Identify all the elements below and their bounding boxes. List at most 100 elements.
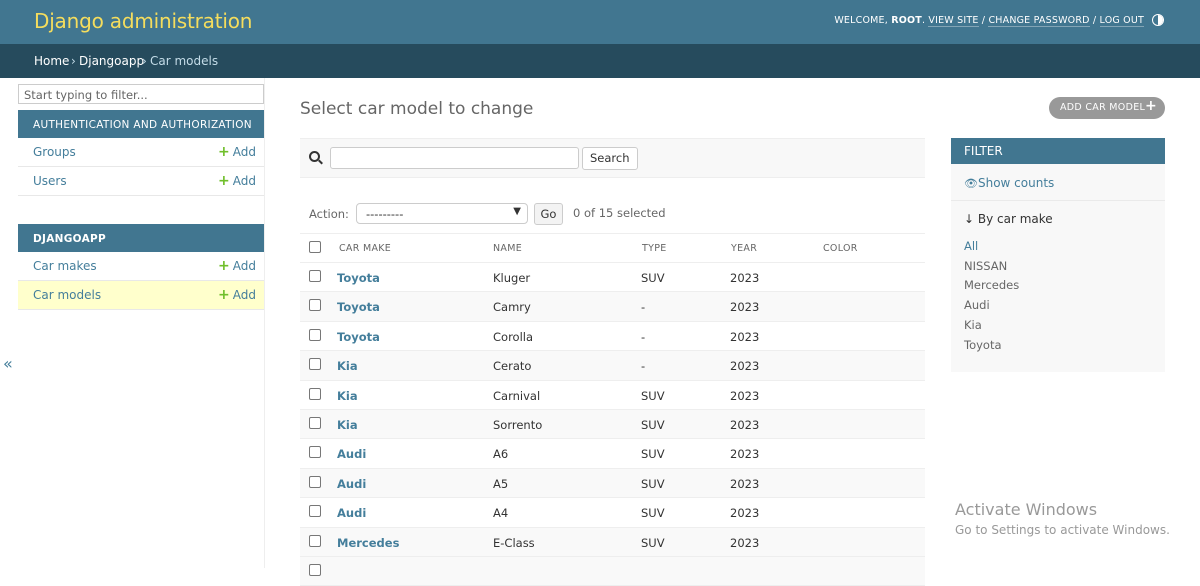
table-row: Toyota Camry - 2023 [300,292,925,322]
filter-option[interactable]: Audi [964,298,990,312]
cell-year: 2023 [730,359,760,374]
row-checkbox[interactable] [309,299,321,312]
sidebar-item-label[interactable]: Users [33,174,67,188]
site-title[interactable]: Django administration [34,9,252,33]
breadcrumb-app[interactable]: Djangoapp [79,54,144,68]
cell-year: 2023 [730,388,760,403]
filter-by-car-make[interactable]: ↓ By car make [964,212,1053,226]
table-row: Toyota Corolla - 2023 [300,322,925,352]
plus-icon: + [218,173,230,189]
row-checkbox[interactable] [309,534,321,547]
cell-name: A6 [493,447,509,462]
action-select[interactable]: --------- ▼ [356,203,528,224]
row-checkbox[interactable] [309,358,321,371]
row-checkbox[interactable] [309,505,321,518]
cell-name: Cerato [493,359,532,374]
sidebar-item-car-models[interactable]: Car models + Add [18,281,264,310]
add-car-models-link[interactable]: + Add [218,287,256,303]
select-all-checkbox[interactable] [309,241,321,253]
selected-count: 0 of 15 selected [573,206,666,220]
filter-option[interactable]: All [964,239,978,253]
cell-name: Kluger [493,271,531,285]
search-input[interactable] [330,147,579,169]
show-counts-label: Show counts [977,176,1055,190]
add-label: Add [232,174,256,188]
add-label: Add [232,259,256,273]
module-caption-djangoapp[interactable]: DJANGOAPP [18,224,264,252]
header: Django administration WELCOME, ROOT. VIE… [0,0,1200,44]
row-checkbox[interactable] [309,328,321,341]
table-row: Toyota Kluger SUV 2023 [300,263,925,293]
sidebar-item-groups[interactable]: Groups + Add [18,138,264,167]
cell-type: SUV [641,476,665,491]
column-header-color[interactable]: COLOR [823,243,858,254]
add-label: Add [232,145,256,159]
row-checkbox[interactable] [309,387,321,400]
cell-make[interactable]: Audi [337,506,366,520]
separator: / [1092,15,1097,26]
sidebar-item-label[interactable]: Car makes [33,259,97,273]
change-password-link[interactable]: CHANGE PASSWORD [988,15,1090,27]
go-button[interactable]: Go [534,203,563,225]
column-header-year[interactable]: YEAR [731,243,757,254]
action-label: Action: [309,207,349,221]
theme-toggle-icon[interactable] [1152,14,1164,26]
filter-option[interactable]: Mercedes [964,278,1019,292]
add-car-model-button[interactable]: ADD CAR MODEL + [1049,97,1165,119]
cell-type: SUV [641,418,665,432]
username: ROOT [891,15,922,26]
row-checkbox[interactable] [309,475,321,488]
view-site-link[interactable]: VIEW SITE [928,15,979,27]
sidebar-item-label[interactable]: Car models [33,288,101,302]
cell-make[interactable]: Mercedes [337,536,399,550]
module-caption-auth[interactable]: AUTHENTICATION AND AUTHORIZATION [18,110,264,138]
cell-make[interactable]: Kia [337,418,358,432]
add-users-link[interactable]: + Add [218,173,256,189]
cell-year: 2023 [730,535,760,550]
table-row: Audi A5 SUV 2023 [300,468,925,499]
column-header-car-make[interactable]: CAR MAKE [339,243,391,254]
show-counts-link[interactable]: 👁Show counts [964,176,1054,190]
cell-year: 2023 [730,300,760,315]
breadcrumb-home[interactable]: Home [34,54,69,68]
divider [951,200,1165,201]
cell-name: Sorrento [493,418,543,432]
chevron-down-icon: ▼ [513,206,521,217]
row-checkbox[interactable] [309,270,321,282]
log-out-link[interactable]: LOG OUT [1099,15,1144,27]
table-row: Mercedes E-Class SUV 2023 [300,527,925,557]
cell-make[interactable]: Kia [337,389,358,403]
activation-watermark-subtitle: Go to Settings to activate Windows. [955,523,1170,537]
cell-make[interactable]: Audi [337,447,366,461]
row-checkbox[interactable] [309,564,321,576]
search-button[interactable]: Search [582,147,638,170]
column-header-name[interactable]: NAME [493,243,522,254]
filter-option[interactable]: NISSAN [964,259,1007,273]
add-groups-link[interactable]: + Add [218,144,256,160]
cell-type: SUV [641,271,665,285]
plus-icon: + [218,258,230,274]
action-select-value: --------- [366,207,404,221]
row-checkbox[interactable] [309,417,321,429]
cell-make[interactable]: Audi [337,477,366,491]
cell-make[interactable]: Toyota [337,300,380,314]
nav-filter-input[interactable]: Start typing to filter... [18,84,264,104]
add-car-makes-link[interactable]: + Add [218,258,256,274]
filter-option[interactable]: Kia [964,318,982,332]
sidebar-item-car-makes[interactable]: Car makes + Add [18,252,264,281]
nav-sidebar: Start typing to filter... AUTHENTICATION… [18,78,265,568]
sidebar-item-label[interactable]: Groups [33,145,76,159]
breadcrumb: Home › Djangoapp › Car models [0,44,1200,78]
cell-make[interactable]: Kia [337,359,358,373]
toggle-sidebar-button[interactable]: « [3,354,13,373]
table-row: Audi A6 SUV 2023 [300,439,925,469]
cell-type: - [641,359,646,374]
column-header-type[interactable]: TYPE [642,243,667,254]
row-checkbox[interactable] [309,446,321,459]
cell-name: Corolla [493,329,534,344]
filter-option[interactable]: Toyota [964,338,1002,352]
cell-make[interactable]: Toyota [337,271,380,285]
sidebar-item-users[interactable]: Users + Add [18,167,264,196]
cell-make[interactable]: Toyota [337,330,380,344]
cell-year: 2023 [730,329,760,344]
